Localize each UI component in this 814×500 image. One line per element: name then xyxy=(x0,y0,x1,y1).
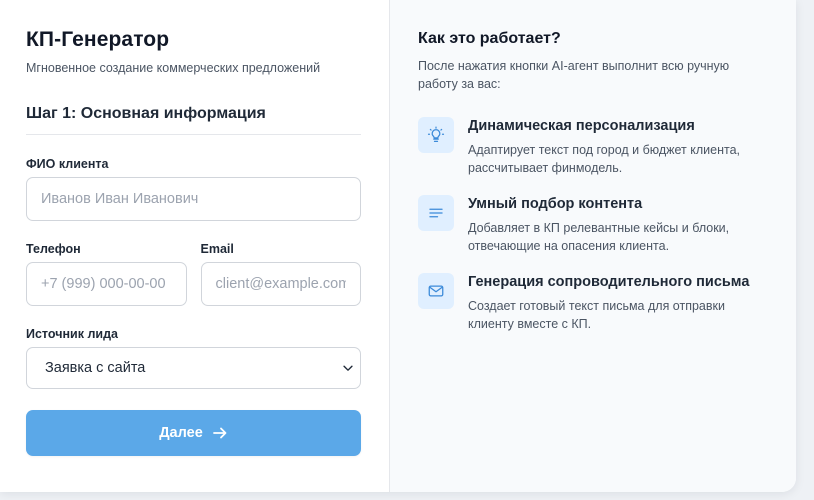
feature-title: Генерация сопроводительного письма xyxy=(468,274,750,290)
how-it-works-description: После нажатия кнопки AI-агент выполнит в… xyxy=(418,59,730,91)
how-it-works-panel: Как это работает? После нажатия кнопки A… xyxy=(389,0,796,492)
phone-field: Телефон xyxy=(26,242,187,306)
lead-source-label: Источник лида xyxy=(26,327,118,341)
phone-label: Телефон xyxy=(26,242,81,256)
feature-title: Умный подбор контента xyxy=(468,196,643,212)
mail-icon xyxy=(418,273,454,309)
how-it-works-title: Как это работает? xyxy=(418,30,561,47)
feature-personalization: Динамическая персонализация Адаптирует т… xyxy=(418,117,768,177)
feature-body: Динамическая персонализация Адаптирует т… xyxy=(468,117,768,177)
feature-title: Динамическая персонализация xyxy=(468,118,695,134)
lead-source-select[interactable]: Заявка с сайта xyxy=(26,347,361,389)
app-title: КП-Генератор xyxy=(26,28,170,51)
feature-body: Генерация сопроводительного письма Созда… xyxy=(468,273,768,333)
arrow-right-icon xyxy=(212,427,227,439)
phone-input[interactable] xyxy=(26,262,187,306)
email-input[interactable] xyxy=(200,262,361,306)
feature-text: Добавляет в КП релевантные кейсы и блоки… xyxy=(468,221,730,253)
feature-content-selection: Умный подбор контента Добавляет в КП рел… xyxy=(418,195,768,255)
step-title: Шаг 1: Основная информация xyxy=(26,105,361,135)
generator-card: КП-Генератор Мгновенное создание коммерч… xyxy=(0,0,796,492)
client-name-field: ФИО клиента xyxy=(26,157,361,221)
email-field: Email xyxy=(200,242,361,306)
lightbulb-icon xyxy=(418,117,454,153)
client-name-input[interactable] xyxy=(26,177,361,221)
next-button[interactable]: Далее xyxy=(26,410,361,456)
chevron-down-icon xyxy=(343,365,353,371)
feature-cover-letter: Генерация сопроводительного письма Созда… xyxy=(418,273,768,333)
email-label: Email xyxy=(200,242,234,256)
lead-source-select-wrap: Заявка с сайта xyxy=(26,347,361,389)
feature-text: Создает готовый текст письма для отправк… xyxy=(468,299,725,331)
lines-icon xyxy=(418,195,454,231)
next-button-label: Далее xyxy=(159,425,203,441)
lead-source-value: Заявка с сайта xyxy=(45,360,146,376)
feature-text: Адаптирует текст под город и бюджет клие… xyxy=(468,143,741,175)
app-subtitle: Мгновенное создание коммерческих предлож… xyxy=(26,61,321,75)
form-panel: КП-Генератор Мгновенное создание коммерч… xyxy=(0,0,389,492)
contact-row: Телефон Email xyxy=(26,242,361,306)
client-name-label: ФИО клиента xyxy=(26,157,109,171)
feature-body: Умный подбор контента Добавляет в КП рел… xyxy=(468,195,768,255)
lead-source-field: Источник лида Заявка с сайта xyxy=(26,327,361,389)
